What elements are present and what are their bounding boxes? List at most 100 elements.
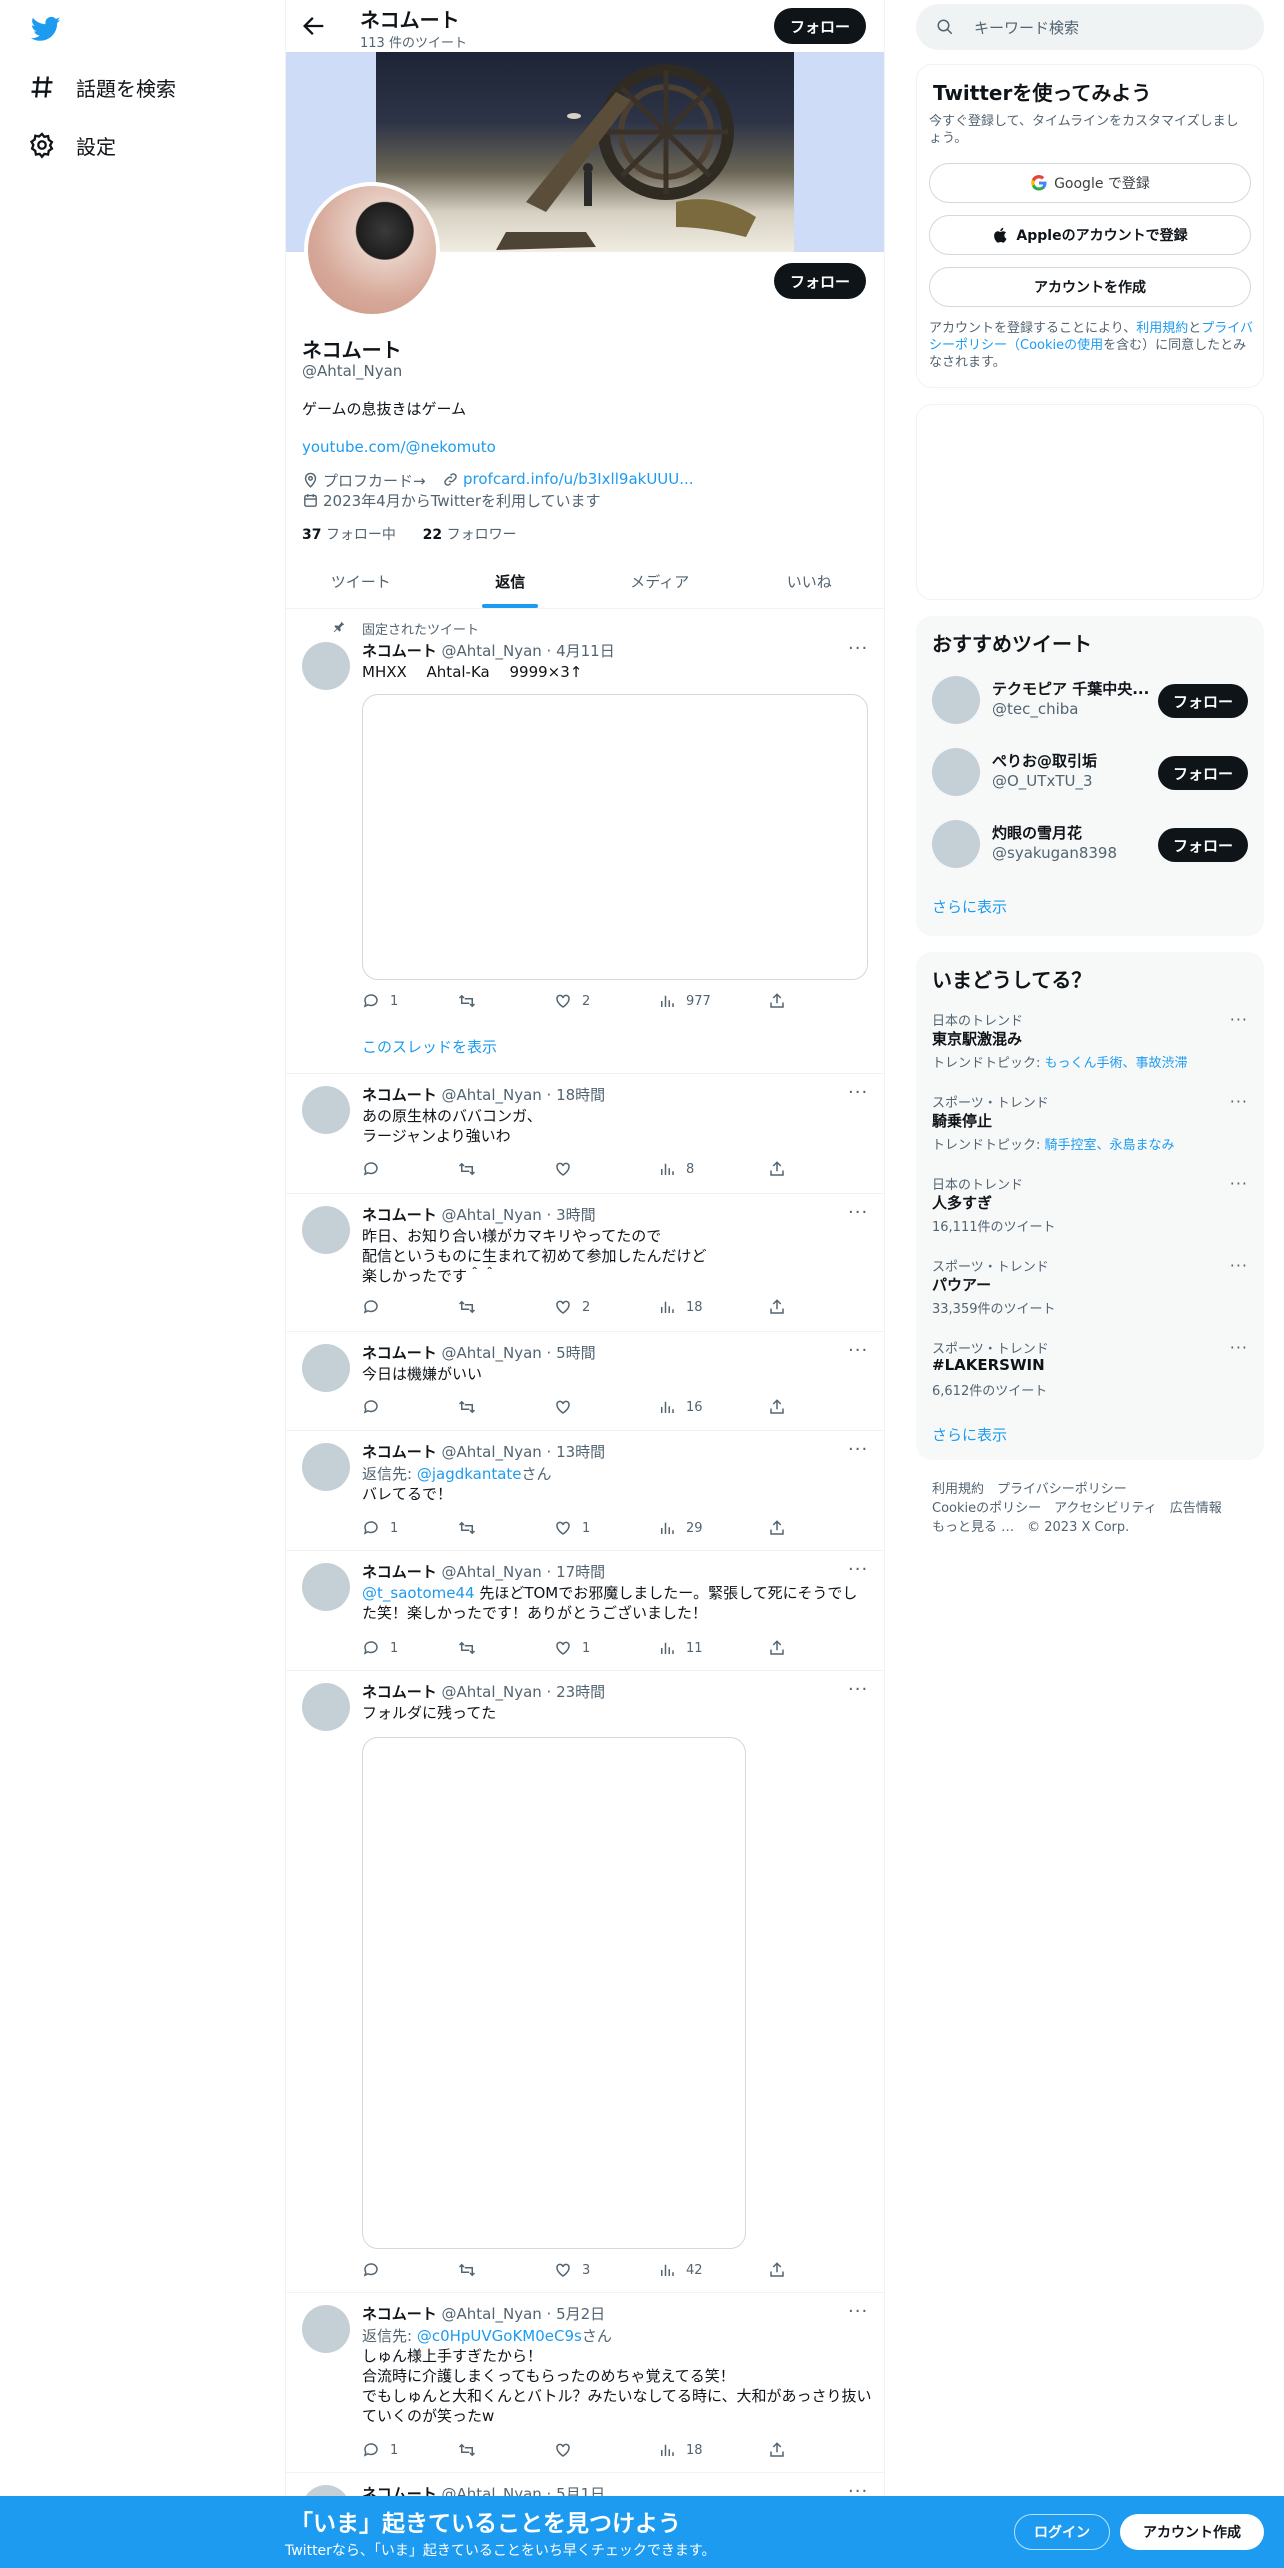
following-link[interactable]: 37 フォロー中 [302, 527, 396, 543]
retweet-button[interactable] [458, 2441, 486, 2459]
tab-media[interactable]: メディア [585, 555, 735, 608]
profile-card-link[interactable]: profcard.info/u/b3Ixll9akUUU... [463, 470, 694, 488]
footer-line-3[interactable]: もっと見る … © 2023 X Corp. [932, 1518, 1222, 1537]
trend-name[interactable]: 人多すぎ [932, 1192, 992, 1213]
more-icon[interactable]: ··· [1230, 1010, 1248, 1029]
terms-link[interactable]: 利用規約 [1136, 321, 1188, 336]
tab-likes[interactable]: いいね [735, 555, 885, 608]
header-follow-button[interactable]: フォロー [774, 8, 866, 44]
views-button[interactable]: 8 [658, 1160, 694, 1178]
reply-to-mention[interactable]: @c0HpUVGoKM0eC9s [417, 2327, 582, 2345]
more-icon[interactable]: ··· [1230, 1174, 1248, 1193]
trend-name[interactable]: 東京駅激混み [932, 1028, 1022, 1049]
avatar[interactable] [302, 1443, 350, 1491]
retweet-button[interactable] [458, 1160, 486, 1178]
google-signup-button[interactable]: Google で登録 [929, 163, 1251, 203]
avatar[interactable] [932, 820, 980, 868]
create-account-button[interactable]: アカウントを作成 [929, 267, 1251, 307]
tweet-media[interactable] [362, 1737, 746, 2249]
avatar[interactable] [932, 676, 980, 724]
tweet[interactable]: ネコムート @Ahtal_Nyan · 5月2日 ··· 返信先: @c0HpU… [286, 2293, 884, 2473]
share-button[interactable] [768, 1398, 796, 1416]
reply-button[interactable]: 1 [362, 1639, 398, 1657]
tweet[interactable]: ネコムート @Ahtal_Nyan · 18時間 ··· あの原生林のババコンガ… [286, 1074, 884, 1194]
tab-tweets[interactable]: ツイート [286, 555, 436, 608]
share-button[interactable] [768, 2441, 796, 2459]
tweet[interactable]: ネコムート @Ahtal_Nyan · 3時間 ··· 昨日、お知り合い様がカマ… [286, 1194, 884, 1332]
tweet[interactable]: 固定されたツイート ネコムート @Ahtal_Nyan · 4月11日 ··· … [286, 610, 884, 1074]
reply-button[interactable] [362, 1160, 390, 1178]
footer-line-1[interactable]: 利用規約 プライバシーポリシー [932, 1480, 1222, 1499]
tweet-media[interactable] [362, 694, 868, 980]
signup-button[interactable]: アカウント作成 [1120, 2514, 1264, 2550]
tweet[interactable]: ネコムート @Ahtal_Nyan · 17時間 ··· @t_saotome4… [286, 1551, 884, 1671]
more-icon[interactable]: ··· [1230, 1338, 1248, 1357]
profile-avatar[interactable] [304, 182, 440, 318]
rec-follow-button[interactable]: フォロー [1158, 828, 1248, 862]
more-icon[interactable]: ··· [848, 640, 868, 664]
like-button[interactable]: 2 [554, 1298, 590, 1316]
back-arrow-icon[interactable] [300, 12, 328, 40]
nav-settings[interactable]: 設定 [28, 123, 116, 167]
more-icon[interactable]: ··· [848, 1084, 868, 1108]
avatar[interactable] [302, 642, 350, 690]
nav-explore[interactable]: 話題を検索 [28, 65, 176, 109]
tab-replies[interactable]: 返信 [436, 555, 586, 608]
avatar[interactable] [302, 2485, 350, 2496]
reply-button[interactable]: 1 [362, 1519, 398, 1537]
more-icon[interactable]: ··· [848, 1441, 868, 1465]
avatar[interactable] [932, 748, 980, 796]
avatar[interactable] [302, 1206, 350, 1254]
more-icon[interactable]: ··· [1230, 1256, 1248, 1275]
footer-line-2[interactable]: Cookieのポリシー アクセシビリティ 広告情報 [932, 1499, 1222, 1518]
reply-button[interactable] [362, 2261, 390, 2279]
more-icon[interactable]: ··· [848, 1561, 868, 1585]
retweet-button[interactable] [458, 1519, 486, 1537]
views-button[interactable]: 977 [658, 992, 711, 1010]
recommended-show-more[interactable]: さらに表示 [932, 896, 1007, 917]
more-icon[interactable]: ··· [848, 1681, 868, 1705]
views-button[interactable]: 42 [658, 2261, 703, 2279]
avatar[interactable] [302, 1344, 350, 1392]
like-button[interactable]: 2 [554, 992, 590, 1010]
search-box[interactable]: キーワード検索 [916, 4, 1264, 50]
reply-button[interactable] [362, 1398, 390, 1416]
avatar[interactable] [302, 1683, 350, 1731]
retweet-button[interactable] [458, 992, 486, 1010]
rec-user-name[interactable]: テクモピア 千葉中央... [992, 678, 1152, 699]
more-icon[interactable]: ··· [848, 2303, 868, 2327]
like-button[interactable] [554, 1160, 582, 1178]
rec-follow-button[interactable]: フォロー [1158, 756, 1248, 790]
reply-button[interactable]: 1 [362, 2441, 398, 2459]
tweet[interactable]: ネコムート @Ahtal_Nyan · 5月1日 ··· [286, 2473, 884, 2496]
like-button[interactable] [554, 1398, 582, 1416]
like-button[interactable]: 1 [554, 1519, 590, 1537]
avatar[interactable] [302, 1563, 350, 1611]
share-button[interactable] [768, 2261, 796, 2279]
like-button[interactable]: 1 [554, 1639, 590, 1657]
more-icon[interactable]: ··· [848, 1204, 868, 1228]
reply-button[interactable] [362, 1298, 390, 1316]
reply-button[interactable]: 1 [362, 992, 398, 1010]
trend-name[interactable]: パウアー [932, 1274, 991, 1295]
like-button[interactable]: 3 [554, 2261, 590, 2279]
views-button[interactable]: 11 [658, 1639, 703, 1657]
views-button[interactable]: 18 [658, 1298, 703, 1316]
avatar[interactable] [302, 1086, 350, 1134]
share-button[interactable] [768, 1298, 796, 1316]
more-icon[interactable]: ··· [1230, 1092, 1248, 1111]
share-button[interactable] [768, 1160, 796, 1178]
trend-name[interactable]: 騎乗停止 [932, 1110, 992, 1131]
like-button[interactable] [554, 2441, 582, 2459]
follow-button[interactable]: フォロー [774, 263, 866, 299]
share-button[interactable] [768, 1519, 796, 1537]
mention-link[interactable]: @t_saotome44 [362, 1584, 475, 1602]
reply-to-mention[interactable]: @jagdkantate [417, 1465, 522, 1483]
trends-show-more[interactable]: さらに表示 [932, 1424, 1007, 1445]
views-button[interactable]: 16 [658, 1398, 703, 1416]
retweet-button[interactable] [458, 2261, 486, 2279]
views-button[interactable]: 18 [658, 2441, 703, 2459]
share-button[interactable] [768, 992, 796, 1010]
views-button[interactable]: 29 [658, 1519, 703, 1537]
more-icon[interactable]: ··· [848, 2483, 868, 2497]
